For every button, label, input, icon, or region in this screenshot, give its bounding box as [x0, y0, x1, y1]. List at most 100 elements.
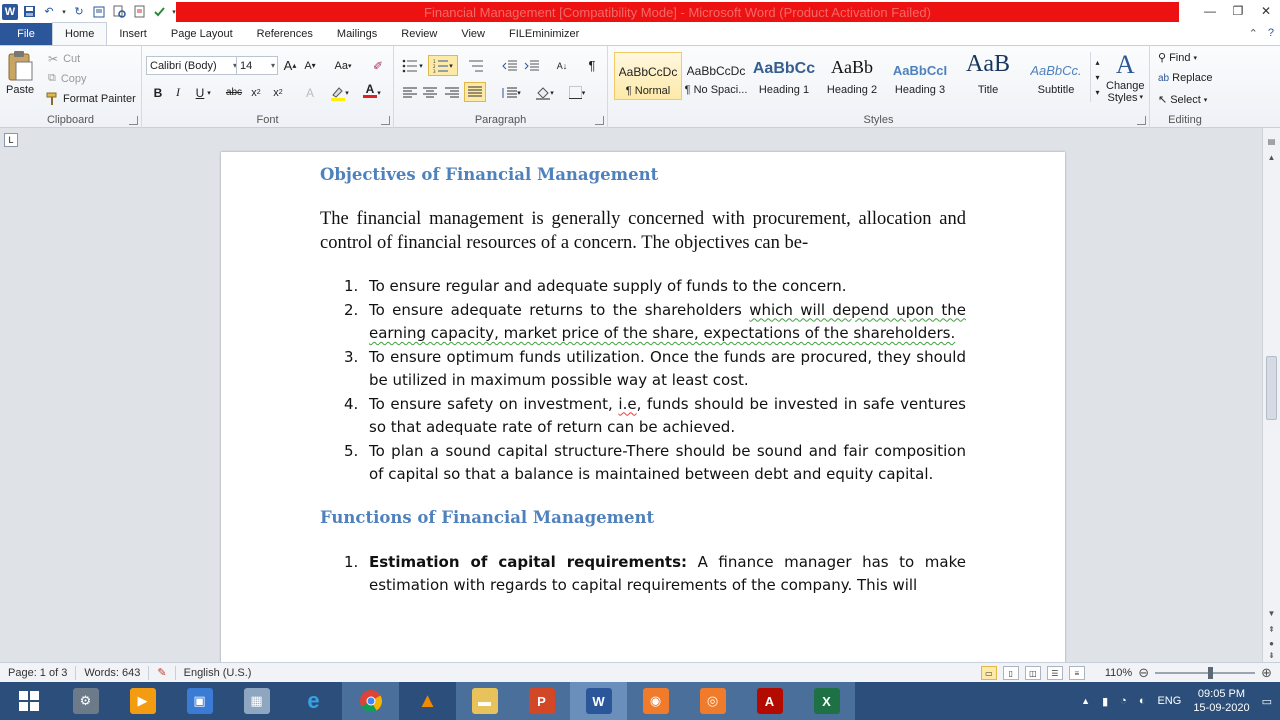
- format-icon[interactable]: [130, 3, 148, 21]
- font-name-select[interactable]: Calibri (Body) ▾: [146, 56, 240, 75]
- next-page-icon[interactable]: ⇟: [1263, 648, 1280, 662]
- style-heading-3[interactable]: AaBbCcI Heading 3: [886, 52, 954, 100]
- taskbar-app-recorder[interactable]: ⚙: [57, 682, 114, 720]
- underline-dropdown-icon[interactable]: ▾: [204, 83, 214, 102]
- network-icon[interactable]: ◔: [1120, 695, 1127, 707]
- bullets-dropdown-icon[interactable]: ▾: [416, 56, 426, 75]
- taskbar-app-chrome[interactable]: [342, 682, 399, 720]
- style-heading-2[interactable]: AaBb Heading 2: [818, 52, 886, 100]
- change-styles-button[interactable]: A Change Styles ▾: [1106, 50, 1145, 104]
- word-count[interactable]: Words: 643: [76, 665, 150, 680]
- decrease-indent-icon[interactable]: [500, 56, 520, 75]
- spelling-icon[interactable]: [150, 3, 168, 21]
- clear-formatting-icon[interactable]: ✐: [368, 56, 388, 75]
- font-size-select[interactable]: 14 ▾: [236, 56, 278, 75]
- taskbar-app-excel[interactable]: X: [798, 682, 855, 720]
- replace-button[interactable]: ab Replace: [1158, 72, 1212, 84]
- style-no-spacing[interactable]: AaBbCcDc ¶ No Spaci...: [682, 52, 750, 100]
- outline-view-icon[interactable]: ☰: [1046, 666, 1063, 680]
- tab-view[interactable]: View: [449, 23, 497, 45]
- taskbar-app-vlc[interactable]: ▲: [399, 682, 456, 720]
- shrink-font-icon[interactable]: A ▾: [300, 56, 320, 75]
- proofing-status[interactable]: ✎: [149, 665, 176, 680]
- input-language[interactable]: ENG: [1157, 695, 1181, 707]
- text-effects-icon[interactable]: A: [300, 83, 320, 102]
- document-page[interactable]: Objectives of Financial Management The f…: [221, 152, 1065, 662]
- open-icon[interactable]: [90, 3, 108, 21]
- align-center-icon[interactable]: [420, 83, 440, 102]
- taskbar-app-remote[interactable]: ▣: [171, 682, 228, 720]
- taskbar-app-ie[interactable]: e: [285, 682, 342, 720]
- web-layout-icon[interactable]: ◫: [1024, 666, 1041, 680]
- tab-fileminimizer[interactable]: FILEminimizer: [497, 23, 591, 45]
- style-subtitle[interactable]: AaBbCc. Subtitle: [1022, 52, 1090, 100]
- zoom-in-icon[interactable]: ⊕: [1261, 665, 1272, 681]
- taskbar-app-capture[interactable]: ◉: [627, 682, 684, 720]
- highlight-dropdown-icon[interactable]: ▾: [342, 83, 352, 102]
- sort-icon[interactable]: A↓: [552, 56, 572, 75]
- print-preview-icon[interactable]: [110, 3, 128, 21]
- page-count[interactable]: Page: 1 of 3: [0, 665, 77, 680]
- volume-icon[interactable]: ◐: [1139, 695, 1146, 707]
- taskbar-app-calculator[interactable]: ▦: [228, 682, 285, 720]
- taskbar-app-explorer[interactable]: ▬: [456, 682, 513, 720]
- show-formatting-icon[interactable]: ¶: [582, 56, 602, 75]
- zoom-slider[interactable]: [1155, 667, 1256, 679]
- line-spacing-icon[interactable]: ▾: [498, 83, 524, 102]
- align-left-icon[interactable]: [400, 83, 420, 102]
- align-right-icon[interactable]: [442, 83, 462, 102]
- font-launcher-icon[interactable]: [381, 116, 390, 125]
- taskbar-app-recorder-2[interactable]: ◎: [684, 682, 741, 720]
- help-icon[interactable]: ?: [1268, 27, 1274, 40]
- tab-references[interactable]: References: [245, 23, 325, 45]
- zoom-level[interactable]: 110%: [1105, 667, 1132, 679]
- tab-mailings[interactable]: Mailings: [325, 23, 389, 45]
- italic-icon[interactable]: I: [168, 83, 188, 102]
- style-heading-1[interactable]: AaBbCc Heading 1: [750, 52, 818, 100]
- clock[interactable]: 09:05 PM 15-09-2020: [1193, 687, 1249, 715]
- tab-insert[interactable]: Insert: [107, 23, 159, 45]
- minimize-icon[interactable]: —: [1196, 0, 1224, 22]
- grow-font-icon[interactable]: A ▴: [280, 56, 300, 75]
- zoom-slider-thumb[interactable]: [1208, 667, 1214, 679]
- font-color-dropdown-icon[interactable]: ▾: [374, 83, 384, 102]
- change-case-icon[interactable]: Aa ▾: [330, 56, 356, 75]
- start-button[interactable]: [0, 682, 57, 720]
- taskbar-app-acrobat[interactable]: A: [741, 682, 798, 720]
- word-logo-icon[interactable]: W: [2, 3, 18, 20]
- battery-icon[interactable]: ▮: [1102, 695, 1108, 708]
- previous-page-icon[interactable]: ⇞: [1263, 622, 1280, 636]
- styles-gallery-scroll[interactable]: ▴ ▾ ▾: [1090, 52, 1104, 102]
- cut-button[interactable]: ✂ Cut: [48, 52, 80, 66]
- close-icon[interactable]: ✕: [1252, 0, 1280, 22]
- justify-icon[interactable]: [464, 82, 486, 102]
- scrollbar-thumb[interactable]: [1266, 356, 1277, 420]
- bold-icon[interactable]: B: [148, 83, 168, 102]
- scroll-up-icon[interactable]: ▲: [1263, 150, 1280, 164]
- full-screen-reading-icon[interactable]: ▯: [1002, 666, 1019, 680]
- shading-icon[interactable]: ▾: [532, 83, 558, 102]
- styles-launcher-icon[interactable]: [1137, 116, 1146, 125]
- subscript-icon[interactable]: x2: [246, 83, 266, 102]
- undo-dropdown-icon[interactable]: ▾: [60, 3, 68, 21]
- restore-icon[interactable]: ❐: [1224, 0, 1252, 22]
- style-normal[interactable]: AaBbCcDc ¶ Normal: [614, 52, 682, 100]
- strikethrough-icon[interactable]: abc: [224, 83, 244, 102]
- find-button[interactable]: ⚲ Find ▾: [1158, 51, 1197, 65]
- redo-icon[interactable]: ↻: [70, 3, 88, 21]
- borders-icon[interactable]: ▾: [564, 83, 590, 102]
- tab-selector-icon[interactable]: L: [4, 133, 18, 147]
- notifications-icon[interactable]: ▭: [1262, 695, 1272, 708]
- copy-button[interactable]: ⧉ Copy: [48, 72, 87, 85]
- tab-file[interactable]: File: [0, 23, 52, 45]
- paste-button[interactable]: Paste: [6, 50, 34, 96]
- paragraph-launcher-icon[interactable]: [595, 116, 604, 125]
- tab-home[interactable]: Home: [52, 22, 108, 45]
- save-icon[interactable]: [20, 3, 38, 21]
- spelling-flagged-text[interactable]: i.e: [618, 395, 636, 413]
- multilevel-list-icon[interactable]: [466, 56, 486, 75]
- style-title[interactable]: AaB Title: [954, 52, 1022, 100]
- taskbar-app-word[interactable]: W: [570, 682, 627, 720]
- language[interactable]: English (U.S.): [176, 666, 260, 680]
- scroll-down-icon[interactable]: ▼: [1263, 606, 1280, 620]
